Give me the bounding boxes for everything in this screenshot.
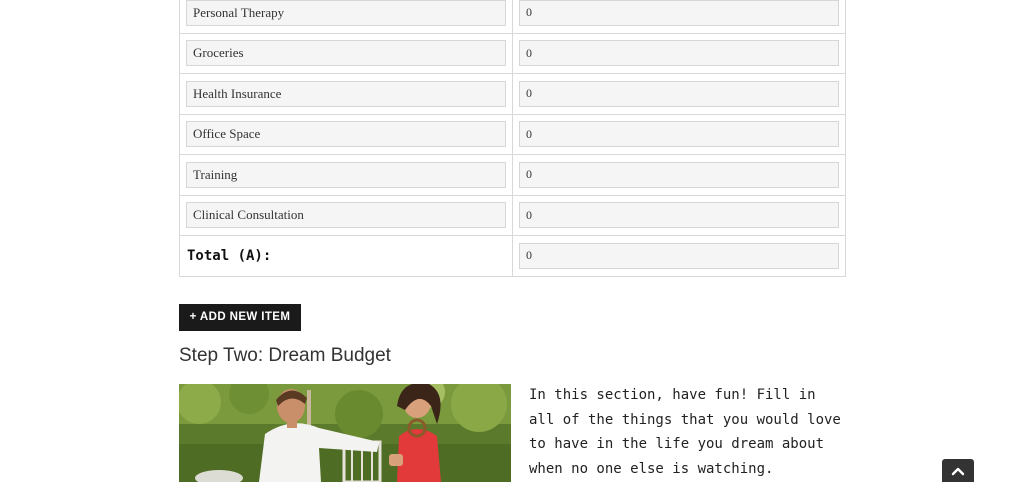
- step-two-heading: Step Two: Dream Budget: [179, 345, 391, 366]
- table-row: [179, 0, 846, 34]
- label-cell: [179, 154, 513, 196]
- table-row: [179, 32, 846, 74]
- table-row: [179, 194, 846, 236]
- couple-photo: [179, 384, 511, 482]
- total-value-cell: [512, 235, 846, 277]
- label-cell: [179, 194, 513, 236]
- value-cell: [512, 0, 846, 34]
- add-new-item-button[interactable]: + ADD NEW ITEM: [179, 304, 301, 331]
- item-name-field[interactable]: [186, 40, 506, 67]
- label-cell: [179, 73, 513, 115]
- total-label: Total (A):: [187, 247, 272, 264]
- item-amount-field[interactable]: [519, 202, 839, 229]
- value-cell: [512, 194, 846, 236]
- page: Total (A): + ADD NEW ITEM Step Two: Drea…: [0, 0, 1024, 482]
- value-cell: [512, 32, 846, 74]
- item-name-field[interactable]: [186, 80, 506, 107]
- item-amount-field[interactable]: [519, 80, 839, 107]
- budget-table: Total (A):: [179, 0, 846, 277]
- label-cell: [179, 0, 513, 34]
- value-cell: [512, 154, 846, 196]
- item-name-field[interactable]: [186, 161, 506, 188]
- item-name-field[interactable]: [186, 121, 506, 148]
- table-row: [179, 113, 846, 155]
- table-row: [179, 154, 846, 196]
- chevron-up-icon: [942, 467, 974, 482]
- item-name-field[interactable]: [186, 202, 506, 229]
- table-row: [179, 73, 846, 115]
- item-amount-field[interactable]: [519, 121, 839, 148]
- label-cell: [179, 113, 513, 155]
- value-cell: [512, 113, 846, 155]
- value-cell: [512, 73, 846, 115]
- item-amount-field[interactable]: [519, 0, 839, 26]
- total-label-cell: Total (A):: [179, 235, 513, 277]
- total-amount-field: [519, 242, 839, 269]
- item-name-field[interactable]: [186, 0, 506, 26]
- step-two-intro: In this section, have fun! Fill in all o…: [529, 387, 841, 477]
- scroll-to-top-button[interactable]: [942, 459, 974, 482]
- label-cell: [179, 32, 513, 74]
- total-row: Total (A):: [179, 235, 846, 277]
- item-amount-field[interactable]: [519, 161, 839, 188]
- item-amount-field[interactable]: [519, 40, 839, 67]
